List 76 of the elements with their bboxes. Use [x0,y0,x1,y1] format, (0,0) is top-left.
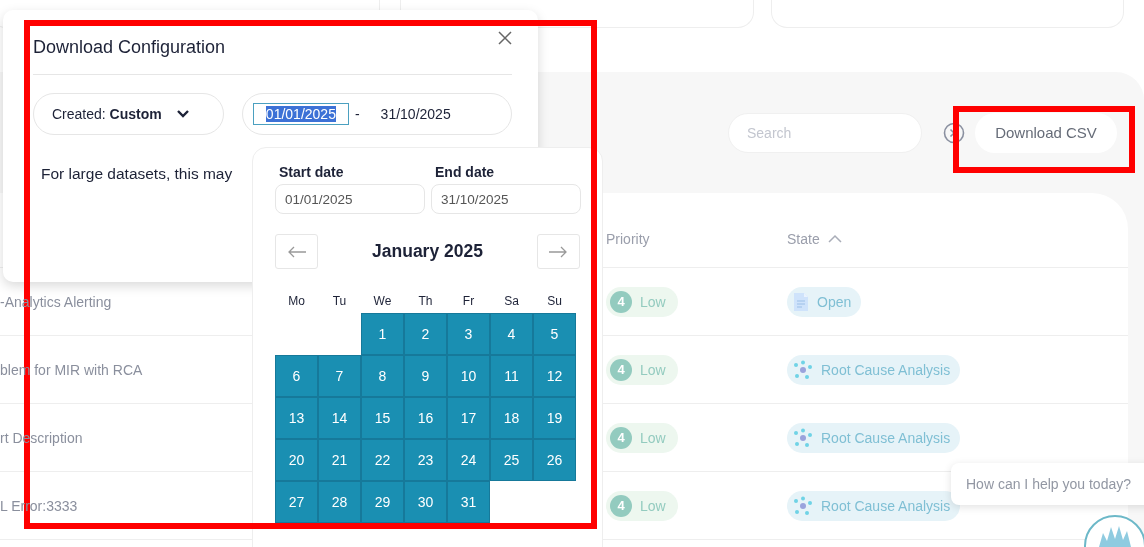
dots-icon [793,427,813,448]
right-arrow-icon [548,245,569,258]
calendar-day[interactable]: 23 [404,439,447,481]
column-header[interactable]: Priority [606,230,650,247]
calendar-day[interactable]: 21 [318,439,361,481]
range-separator: - [354,106,360,122]
calendar-day[interactable]: 11 [490,355,533,397]
note-text: For large datasets, this may [41,165,233,183]
calendar-day[interactable]: 17 [447,397,490,439]
document-icon [793,291,809,312]
start-date-label: Start date [278,164,345,180]
chevron-down-icon [175,109,190,119]
calendar-day[interactable]: 31 [447,481,490,523]
priority-badge: 4 Low [606,490,678,521]
clear-icon[interactable] [943,121,965,144]
weekday-label: Mo [287,294,306,308]
next-month-button[interactable] [537,234,580,269]
start-date-field[interactable]: 01/01/2025 [275,184,425,214]
dots-icon [793,495,813,516]
weekday-label: Su [546,294,563,308]
calendar-day[interactable]: 25 [490,439,533,481]
assistant-avatar-icon[interactable] [1083,513,1144,547]
weekday-label: Fr [461,294,476,308]
created-dropdown[interactable]: Created: Custom [33,93,224,135]
calendar-day[interactable]: 24 [447,439,490,481]
calendar-day[interactable]: 8 [361,355,404,397]
calendar-day[interactable]: 28 [318,481,361,523]
calendar-day[interactable]: 5 [533,313,576,355]
calendar-day[interactable]: 16 [404,397,447,439]
state-badge: Open [787,286,862,317]
calendar-day[interactable]: 3 [447,313,490,355]
sort-up-icon[interactable] [827,233,842,244]
calendar-day[interactable]: 26 [533,439,576,481]
calendar-day[interactable]: 19 [533,397,576,439]
calendar-day[interactable]: 15 [361,397,404,439]
calendar-day[interactable]: 9 [404,355,447,397]
dots-icon [793,359,813,380]
end-date-label: End date [434,164,496,180]
calendar-day[interactable]: 13 [275,397,318,439]
state-badge: Root Cause Analysis [787,490,961,521]
calendar-day[interactable]: 2 [404,313,447,355]
end-date-field[interactable]: 31/10/2025 [431,184,581,214]
calendar-day[interactable]: 7 [318,355,361,397]
dialog-title: Download Configuration [33,36,226,58]
calendar-day[interactable]: 18 [490,397,533,439]
weekday-label: Tu [331,294,348,308]
close-icon[interactable] [498,31,512,45]
left-arrow-icon [286,245,307,258]
calendar-day[interactable]: 30 [404,481,447,523]
weekday-label: We [372,294,393,308]
calendar-day[interactable]: 10 [447,355,490,397]
calendar-day[interactable]: 14 [318,397,361,439]
state-badge: Root Cause Analysis [787,354,961,385]
calendar-day[interactable]: 12 [533,355,576,397]
chat-prompt: How can I help you today? [966,476,1131,492]
download-csv-button[interactable]: Download CSV [975,112,1117,153]
calendar-day[interactable]: 22 [361,439,404,481]
calendar-day[interactable]: 29 [361,481,404,523]
month-title: January 2025 [372,241,483,262]
calendar-day[interactable]: 6 [275,355,318,397]
start-date-input[interactable]: 01/01/2025 [252,103,349,125]
column-header[interactable]: State [787,230,820,247]
priority-badge: 4 Low [606,422,678,453]
weekday-label: Th [417,294,434,308]
weekday-label: Sa [503,294,520,308]
calendar-day[interactable]: 4 [490,313,533,355]
previous-month-button[interactable] [275,234,318,269]
search-field[interactable]: Search [728,112,922,153]
state-badge: Root Cause Analysis [787,422,961,453]
calendar-day[interactable]: 1 [361,313,404,355]
priority-badge: 4 Low [606,354,678,385]
end-date-input[interactable]: 31/10/2025 [367,103,464,125]
calendar-day[interactable]: 27 [275,481,318,523]
calendar-day[interactable]: 20 [275,439,318,481]
chat-bubble[interactable]: How can I help you today? [951,463,1144,505]
priority-badge: 4 Low [606,286,678,317]
